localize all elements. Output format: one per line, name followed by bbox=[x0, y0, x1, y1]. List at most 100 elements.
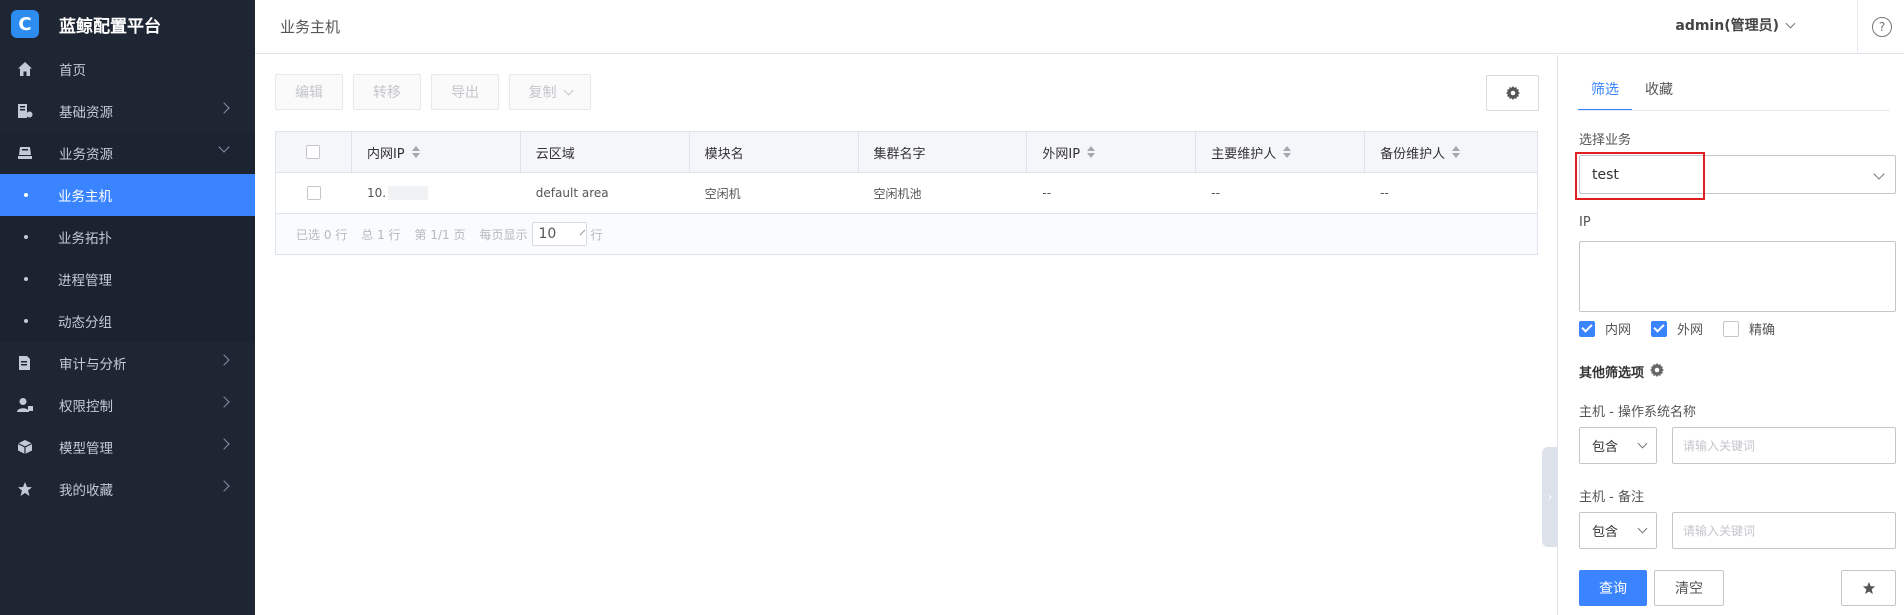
cell-cluster: 空闲机池 bbox=[859, 173, 1028, 213]
nav-label: 首页 bbox=[59, 63, 86, 79]
checkbox-exact[interactable]: 精确 bbox=[1723, 319, 1775, 338]
other-filters-label: 其他筛选项 bbox=[1579, 366, 1645, 381]
operator-value: 包含 bbox=[1592, 440, 1619, 455]
os-keyword-input[interactable] bbox=[1672, 427, 1896, 464]
cell-outer-ip: -- bbox=[1027, 173, 1196, 213]
nav-item-favorites[interactable]: 我的收藏 bbox=[0, 468, 255, 510]
column-label: 主要维护人 bbox=[1211, 146, 1277, 162]
nav-label: 业务资源 bbox=[59, 147, 113, 163]
query-button[interactable]: 查询 bbox=[1579, 570, 1647, 606]
gear-icon[interactable] bbox=[1650, 362, 1665, 381]
nav-item-permission[interactable]: 权限控制 bbox=[0, 384, 255, 426]
copy-dropdown[interactable]: 复制 bbox=[509, 74, 591, 110]
user-menu[interactable]: admin(管理员) bbox=[1675, 15, 1796, 35]
checkbox-label: 内网 bbox=[1605, 323, 1632, 338]
tab-favorites[interactable]: 收藏 bbox=[1632, 79, 1686, 111]
column-settings-button[interactable] bbox=[1486, 75, 1539, 111]
sub-item-process-management[interactable]: 进程管理 bbox=[0, 258, 255, 300]
ip-textarea[interactable] bbox=[1579, 241, 1896, 312]
column-header-module: 模块名 bbox=[690, 132, 859, 172]
chevron-down-icon bbox=[1873, 168, 1885, 180]
column-label: 内网IP bbox=[366, 146, 405, 162]
filter-panel: 筛选 收藏 选择业务 test IP 内网 外网 精确 其他筛选项 主机 - 操… bbox=[1557, 55, 1904, 615]
chevron-right-icon bbox=[218, 396, 230, 408]
column-header-operator[interactable]: 主要维护人 bbox=[1196, 132, 1366, 172]
tab-filter[interactable]: 筛选 bbox=[1578, 79, 1632, 111]
chevron-right-icon bbox=[218, 480, 230, 492]
sort-icon bbox=[411, 146, 420, 158]
remark-keyword-input[interactable] bbox=[1672, 512, 1896, 549]
checkbox-checked-icon bbox=[1651, 320, 1668, 337]
nav-label: 审计与分析 bbox=[59, 357, 127, 373]
top-header: 业务主机 admin(管理员) ? bbox=[255, 0, 1904, 54]
cell-bak-operator: -- bbox=[1365, 173, 1537, 213]
per-page-suffix: 行 bbox=[590, 227, 603, 242]
checkbox-checked-icon bbox=[1579, 320, 1595, 337]
sub-item-label: 业务主机 bbox=[58, 189, 112, 205]
remark-operator-select[interactable]: 包含 bbox=[1579, 512, 1657, 549]
model-icon bbox=[15, 439, 35, 455]
tab-divider bbox=[1578, 110, 1890, 111]
sort-icon bbox=[1283, 146, 1292, 158]
other-filters-title: 其他筛选项 bbox=[1579, 362, 1665, 381]
home-icon bbox=[15, 61, 35, 77]
main-content: 编辑 转移 导出 复制 内网IP 云区域 模块名 集群名字 外网IP 主要维护人 bbox=[255, 55, 1557, 615]
help-icon[interactable]: ? bbox=[1872, 17, 1892, 37]
pagination: 已选 0 行 总 1 行 第 1/1 页 每页显示 10 行 bbox=[276, 214, 1537, 254]
business-label: 选择业务 bbox=[1579, 133, 1632, 148]
cell-text: default area bbox=[535, 186, 609, 200]
column-header-outer-ip[interactable]: 外网IP bbox=[1027, 132, 1197, 172]
save-favorite-button[interactable] bbox=[1841, 570, 1896, 606]
sub-item-label: 业务拓扑 bbox=[58, 231, 112, 247]
column-header-inner-ip[interactable]: 内网IP bbox=[352, 132, 521, 172]
nav-item-audit[interactable]: 审计与分析 bbox=[0, 342, 255, 384]
header-divider bbox=[1857, 0, 1858, 54]
business-select[interactable]: test bbox=[1579, 155, 1896, 194]
brand[interactable]: C 蓝鲸配置平台 bbox=[0, 0, 255, 48]
clear-button[interactable]: 清空 bbox=[1654, 570, 1724, 606]
chevron-down-icon bbox=[1637, 523, 1648, 534]
app-title: 蓝鲸配置平台 bbox=[59, 16, 161, 37]
nav-item-business-resource[interactable]: 业务资源 bbox=[0, 132, 255, 174]
checkbox-inner-ip[interactable]: 内网 bbox=[1579, 319, 1631, 338]
nav-item-basic-resource[interactable]: 基础资源 bbox=[0, 90, 255, 132]
chevron-down-icon bbox=[1785, 18, 1796, 28]
sort-icon bbox=[1087, 146, 1096, 158]
nav-item-model[interactable]: 模型管理 bbox=[0, 426, 255, 468]
checkbox-label: 外网 bbox=[1677, 323, 1704, 338]
operator-value: 包含 bbox=[1592, 525, 1619, 540]
sort-icon bbox=[1452, 146, 1461, 158]
chevron-right-icon bbox=[218, 102, 230, 114]
cell-module: 空闲机 bbox=[690, 173, 859, 213]
column-label: 模块名 bbox=[704, 146, 744, 162]
checkbox-label: 精确 bbox=[1749, 323, 1776, 338]
os-operator-select[interactable]: 包含 bbox=[1579, 427, 1657, 464]
cell-cloud-area: default area bbox=[521, 173, 690, 213]
select-all-checkbox[interactable] bbox=[306, 145, 321, 159]
bullet-icon bbox=[24, 277, 28, 281]
cell-operator: -- bbox=[1196, 173, 1365, 213]
bullet-icon bbox=[24, 235, 28, 239]
transfer-button[interactable]: 转移 bbox=[353, 74, 421, 110]
row-checkbox[interactable] bbox=[306, 186, 321, 200]
sub-item-business-host[interactable]: 业务主机 bbox=[0, 174, 255, 216]
cell-inner-ip[interactable]: 10. bbox=[352, 173, 521, 213]
total-count: 总 1 行 bbox=[361, 227, 401, 242]
row-checkbox-cell bbox=[276, 173, 352, 213]
panel-collapse-handle[interactable]: › bbox=[1542, 447, 1558, 547]
edit-button[interactable]: 编辑 bbox=[275, 74, 343, 110]
table-row[interactable]: 10. default area 空闲机 空闲机池 -- -- -- bbox=[276, 173, 1537, 214]
sub-item-dynamic-group[interactable]: 动态分组 bbox=[0, 300, 255, 342]
nav-item-home[interactable]: 首页 bbox=[0, 48, 255, 90]
export-button[interactable]: 导出 bbox=[431, 74, 499, 110]
page-title: 业务主机 bbox=[280, 18, 341, 36]
column-header-bak-operator[interactable]: 备份维护人 bbox=[1365, 132, 1537, 172]
checkbox-unchecked-icon bbox=[1723, 320, 1740, 337]
column-label: 集群名字 bbox=[873, 146, 926, 162]
checkbox-outer-ip[interactable]: 外网 bbox=[1651, 319, 1703, 338]
page-size-select[interactable]: 10 bbox=[531, 222, 587, 246]
remark-label: 主机 - 备注 bbox=[1579, 490, 1644, 505]
resource-icon bbox=[15, 103, 35, 119]
sub-item-business-topology[interactable]: 业务拓扑 bbox=[0, 216, 255, 258]
copy-label: 复制 bbox=[528, 85, 557, 101]
